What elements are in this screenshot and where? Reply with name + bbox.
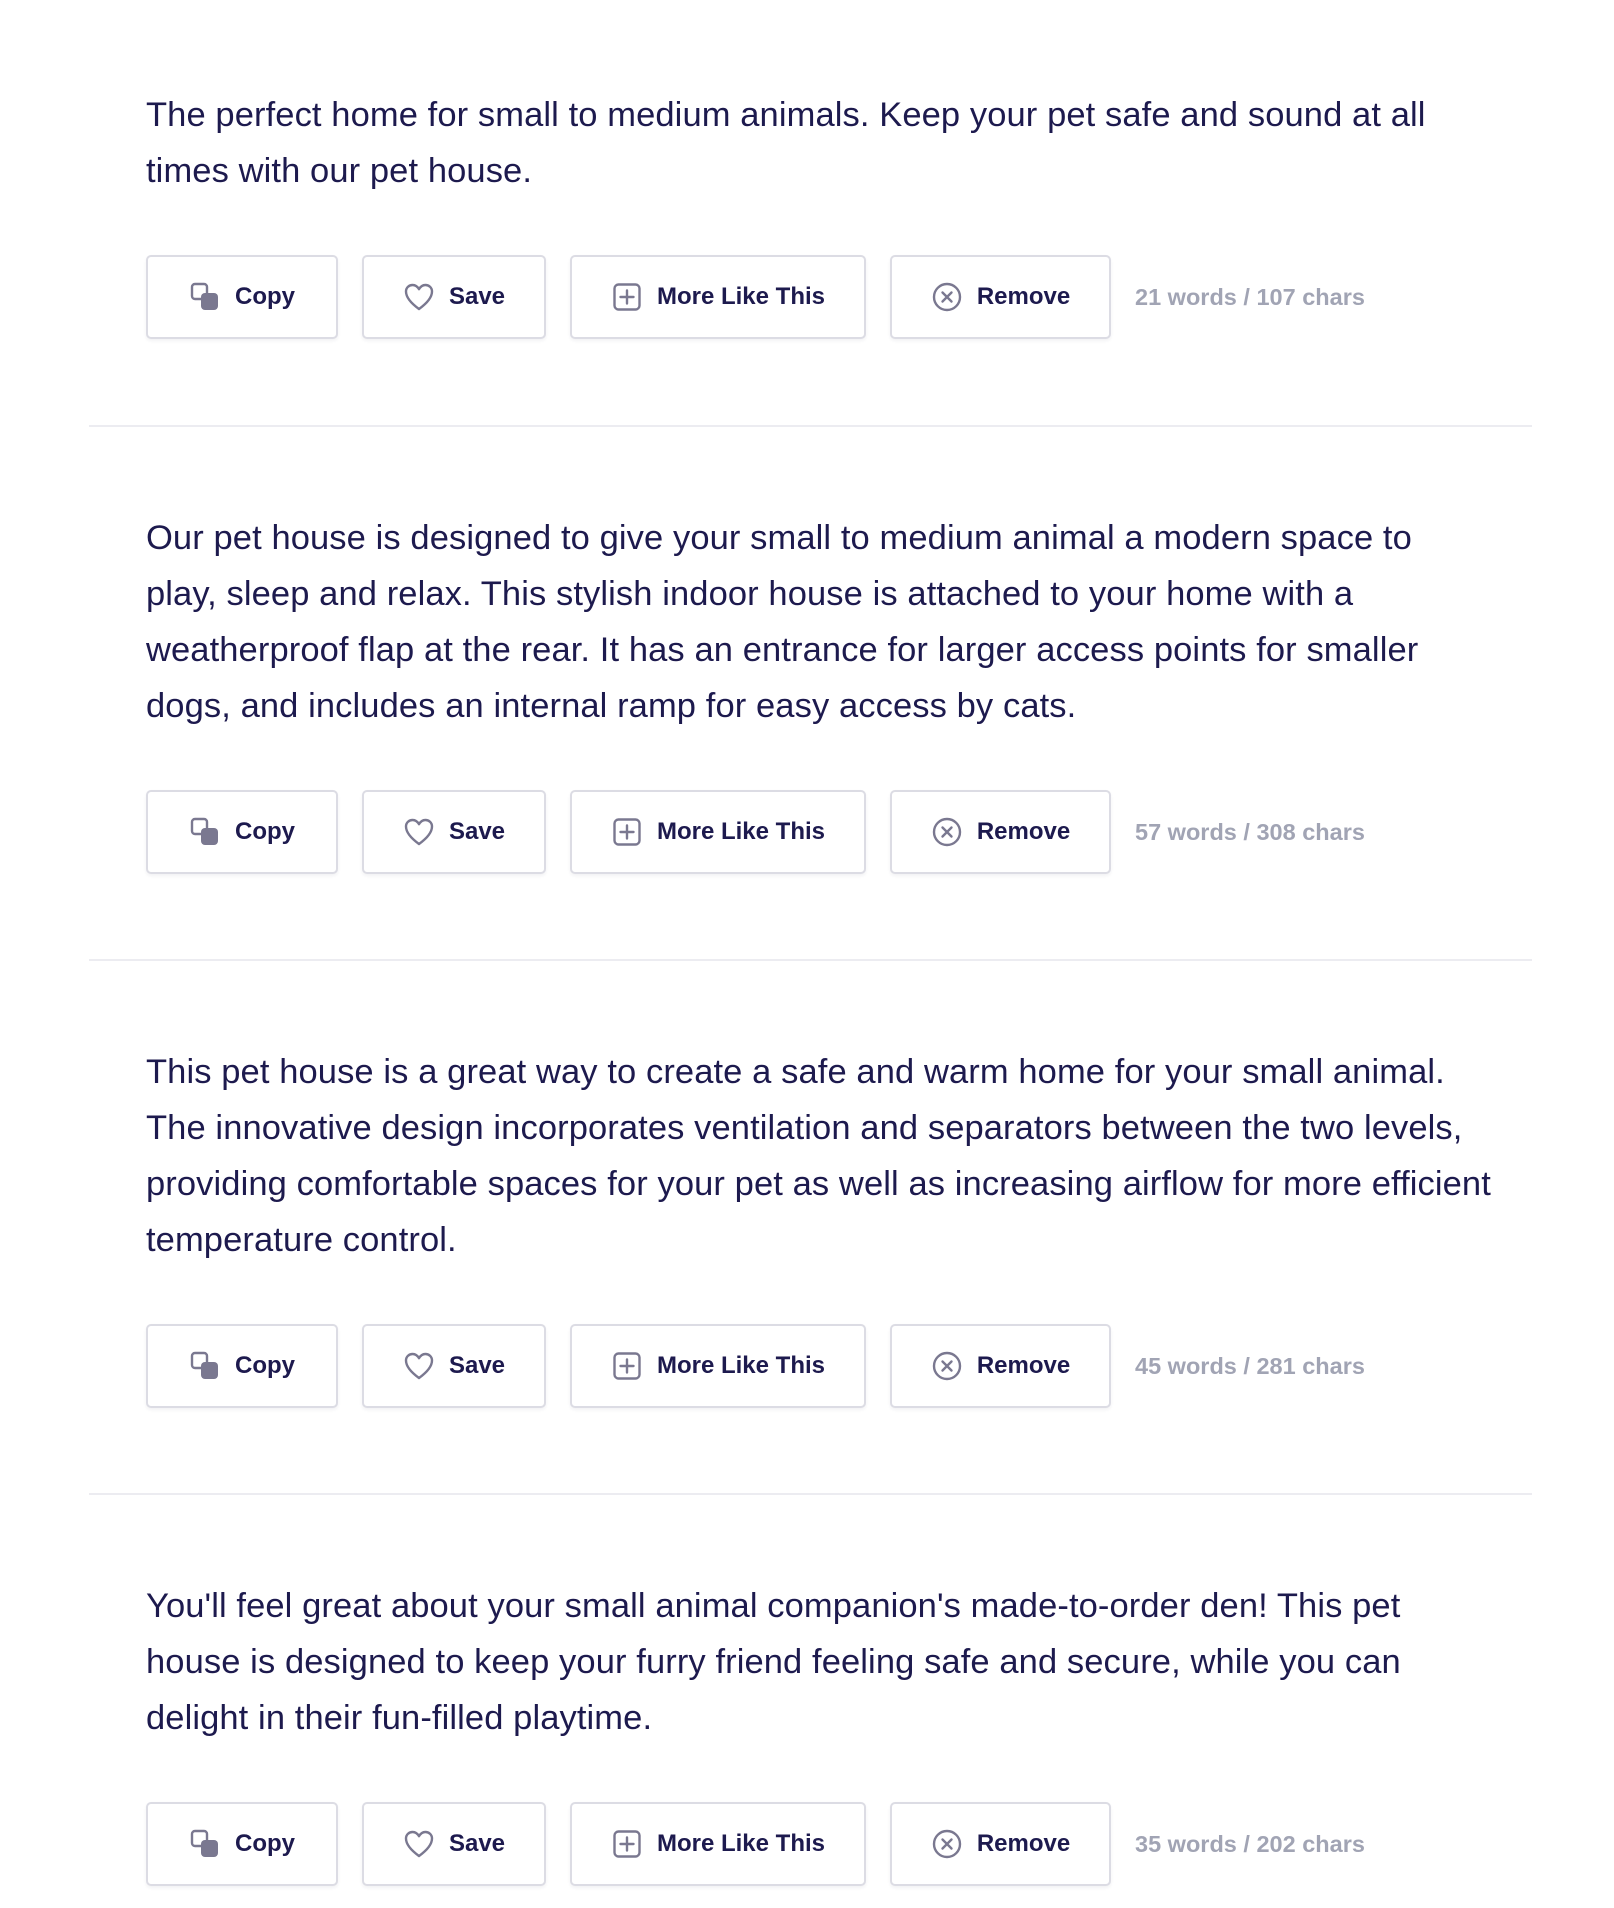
remove-label: Remove <box>976 283 1071 310</box>
result-item: This pet house is a great way to create … <box>89 961 1532 1495</box>
heart-icon <box>403 1828 435 1860</box>
save-label: Save <box>448 1352 506 1379</box>
more-like-this-label: More Like This <box>656 1352 826 1379</box>
more-like-this-label: More Like This <box>656 1830 826 1857</box>
result-item: You'll feel great about your small anima… <box>89 1495 1532 1908</box>
plus-square-icon <box>611 1828 643 1860</box>
result-actions: Copy Save More Like This Remove 21 words… <box>146 255 1492 339</box>
heart-icon <box>403 281 435 313</box>
more-like-this-button[interactable]: More Like This <box>570 1802 866 1886</box>
heart-icon <box>403 816 435 848</box>
word-count: 21 words / 107 chars <box>1135 283 1365 310</box>
save-button[interactable]: Save <box>362 1802 546 1886</box>
copy-icon <box>189 1828 221 1860</box>
remove-button[interactable]: Remove <box>890 255 1111 339</box>
save-button[interactable]: Save <box>362 255 546 339</box>
plus-square-icon <box>611 1350 643 1382</box>
copy-button[interactable]: Copy <box>146 790 338 874</box>
result-text: The perfect home for small to medium ani… <box>146 96 1426 190</box>
copy-icon <box>189 281 221 313</box>
copy-label: Copy <box>235 1352 295 1379</box>
remove-label: Remove <box>976 1830 1071 1857</box>
copy-icon <box>189 816 221 848</box>
more-like-this-label: More Like This <box>656 283 826 310</box>
result-item: The perfect home for small to medium ani… <box>89 0 1532 427</box>
result-actions: Copy Save More Like This Remove 45 words… <box>146 1324 1492 1408</box>
x-circle-icon <box>931 1350 963 1382</box>
word-count: 57 words / 308 chars <box>1135 818 1365 845</box>
results-list: The perfect home for small to medium ani… <box>89 0 1532 1908</box>
remove-button[interactable]: Remove <box>890 790 1111 874</box>
result-text: Our pet house is designed to give your s… <box>146 519 1419 725</box>
copy-label: Copy <box>235 283 295 310</box>
save-label: Save <box>448 818 506 845</box>
word-count: 45 words / 281 chars <box>1135 1352 1365 1379</box>
x-circle-icon <box>931 1828 963 1860</box>
copy-button[interactable]: Copy <box>146 1802 338 1886</box>
more-like-this-button[interactable]: More Like This <box>570 790 866 874</box>
copy-label: Copy <box>235 1830 295 1857</box>
save-label: Save <box>448 1830 506 1857</box>
result-text: This pet house is a great way to create … <box>146 1053 1491 1259</box>
remove-button[interactable]: Remove <box>890 1802 1111 1886</box>
result-item: Our pet house is designed to give your s… <box>89 427 1532 961</box>
word-count: 35 words / 202 chars <box>1135 1830 1365 1857</box>
result-actions: Copy Save More Like This Remove 57 words… <box>146 790 1492 874</box>
save-button[interactable]: Save <box>362 790 546 874</box>
more-like-this-button[interactable]: More Like This <box>570 1324 866 1408</box>
plus-square-icon <box>611 816 643 848</box>
save-button[interactable]: Save <box>362 1324 546 1408</box>
more-like-this-button[interactable]: More Like This <box>570 255 866 339</box>
remove-label: Remove <box>976 1352 1071 1379</box>
copy-label: Copy <box>235 818 295 845</box>
result-actions: Copy Save More Like This Remove 35 words… <box>146 1802 1492 1886</box>
copy-icon <box>189 1350 221 1382</box>
copy-button[interactable]: Copy <box>146 255 338 339</box>
save-label: Save <box>448 283 506 310</box>
remove-label: Remove <box>976 818 1071 845</box>
plus-square-icon <box>611 281 643 313</box>
result-text: You'll feel great about your small anima… <box>146 1587 1401 1737</box>
copy-button[interactable]: Copy <box>146 1324 338 1408</box>
heart-icon <box>403 1350 435 1382</box>
more-like-this-label: More Like This <box>656 818 826 845</box>
remove-button[interactable]: Remove <box>890 1324 1111 1408</box>
x-circle-icon <box>931 816 963 848</box>
x-circle-icon <box>931 281 963 313</box>
